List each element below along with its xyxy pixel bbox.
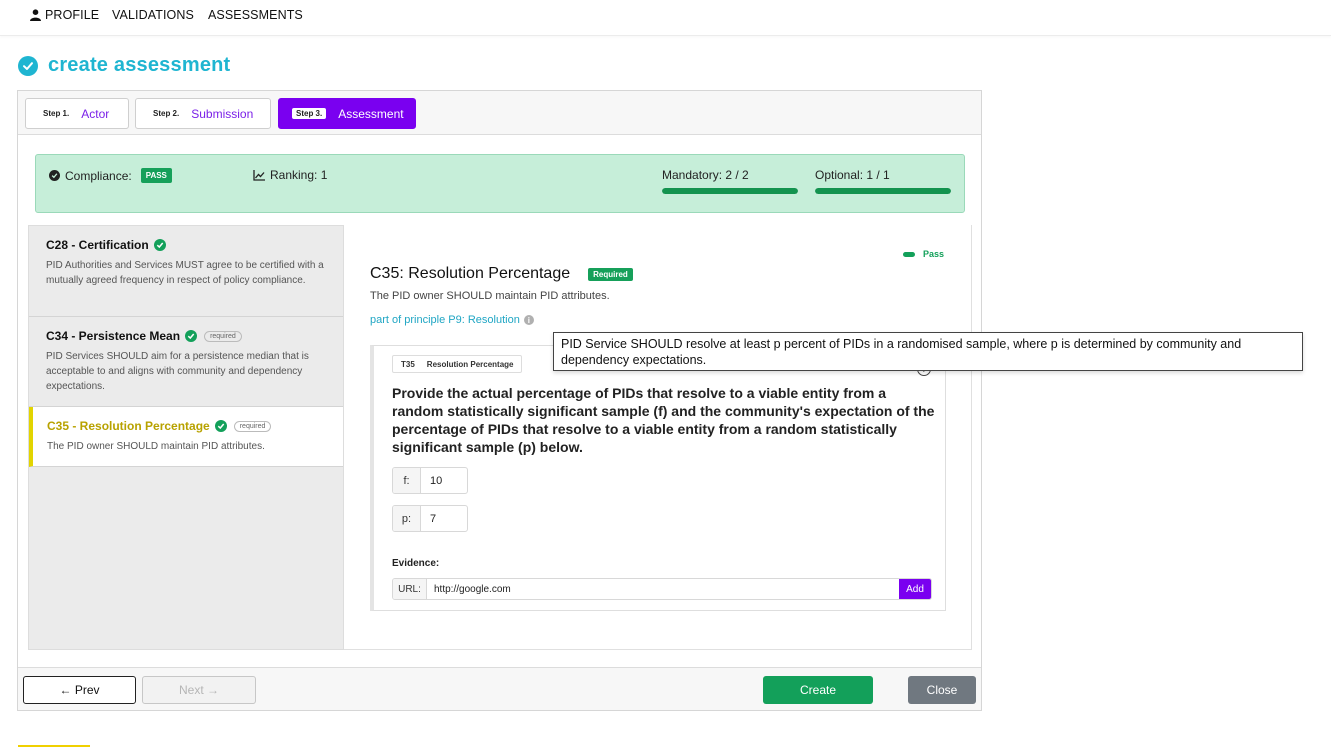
criteria-list: C28 - Certification PID Authorities and … bbox=[28, 225, 344, 650]
criteria-desc: PID Authorities and Services MUST agree … bbox=[46, 260, 324, 286]
criterion-heading: C35: Resolution Percentage Required bbox=[370, 265, 633, 283]
optional-label: Optional: 1 / 1 bbox=[815, 168, 890, 182]
nav-profile[interactable]: PROFILE bbox=[30, 8, 99, 22]
compliance-label: Compliance: bbox=[65, 168, 132, 183]
nav-assessments[interactable]: ASSESSMENTS bbox=[208, 8, 303, 22]
url-input[interactable]: http://google.com bbox=[427, 579, 899, 599]
next-button[interactable]: Next → bbox=[142, 676, 256, 704]
step-number: Step 1. bbox=[43, 109, 70, 118]
pass-label: Pass bbox=[922, 249, 944, 259]
criteria-item-c35[interactable]: C35 - Resolution Percentage required The… bbox=[29, 407, 343, 467]
compliance-status: Compliance: PASS bbox=[49, 168, 172, 183]
metric-box: T35 Resolution Percentage ? Provide the … bbox=[370, 345, 946, 611]
criterion-heading-text: C35: Resolution Percentage bbox=[370, 265, 571, 282]
criteria-title: C35 - Resolution Percentage required bbox=[47, 419, 333, 433]
ranking-label: Ranking: 1 bbox=[270, 168, 328, 182]
nav-validations-label: VALIDATIONS bbox=[112, 8, 194, 22]
assessment-card: Step 1. Actor Step 2. Submission Step 3.… bbox=[17, 90, 982, 711]
mandatory-progress-track bbox=[662, 188, 798, 194]
criteria-desc: PID Services SHOULD aim for a persistenc… bbox=[46, 351, 309, 392]
check-circle-icon bbox=[153, 239, 166, 251]
page-title-text: create assessment bbox=[48, 54, 231, 76]
info-icon[interactable]: i bbox=[523, 315, 534, 325]
principle-link[interactable]: part of principle P9: Resolution i bbox=[370, 314, 534, 326]
ranking: Ranking: 1 bbox=[253, 168, 327, 182]
criteria-title-text: C35 - Resolution Percentage bbox=[47, 419, 210, 433]
page-title: create assessment bbox=[18, 54, 230, 77]
param-label: f: bbox=[393, 468, 421, 493]
optional-progress-track bbox=[815, 188, 951, 194]
criteria-title-text: C34 - Persistence Mean bbox=[46, 329, 181, 343]
step-number: Step 2. bbox=[153, 109, 180, 118]
optional-meter: Optional: 1 / 1 bbox=[815, 168, 951, 194]
metric-tag: T35 Resolution Percentage bbox=[392, 355, 523, 373]
mandatory-progress-fill bbox=[662, 188, 798, 194]
user-icon bbox=[30, 9, 41, 21]
metric-name: Resolution Percentage bbox=[426, 359, 514, 369]
criteria-title: C28 - Certification bbox=[46, 238, 333, 252]
param-label: p: bbox=[393, 506, 421, 531]
step-number: Step 3. bbox=[292, 108, 327, 119]
criteria-item-c28[interactable]: C28 - Certification PID Authorities and … bbox=[29, 226, 343, 317]
nav-profile-label: PROFILE bbox=[45, 8, 100, 22]
url-label: URL: bbox=[393, 579, 427, 599]
step-assessment[interactable]: Step 3. Assessment bbox=[278, 98, 416, 129]
criterion-subtitle: The PID owner SHOULD maintain PID attrib… bbox=[370, 290, 610, 302]
metric-id: T35 bbox=[401, 359, 415, 369]
required-tag: required bbox=[204, 330, 242, 342]
nav-assessments-label: ASSESSMENTS bbox=[208, 8, 303, 22]
param-f-field[interactable]: f: 10 bbox=[392, 467, 468, 494]
card-footer: ← Prev Next → Create Close bbox=[18, 667, 981, 710]
criteria-title: C34 - Persistence Mean required bbox=[46, 329, 333, 343]
criteria-item-c34[interactable]: C34 - Persistence Mean required PID Serv… bbox=[29, 317, 343, 407]
pass-indicator: Pass bbox=[902, 249, 944, 259]
step-actor[interactable]: Step 1. Actor bbox=[25, 98, 129, 129]
criteria-desc: The PID owner SHOULD maintain PID attrib… bbox=[47, 441, 265, 452]
check-circle-icon bbox=[214, 420, 227, 432]
chart-line-icon bbox=[253, 169, 265, 181]
step-label: Assessment bbox=[338, 106, 404, 121]
step-label: Actor bbox=[81, 106, 110, 121]
nav-validations[interactable]: VALIDATIONS bbox=[112, 8, 194, 22]
mandatory-label: Mandatory: 2 / 2 bbox=[662, 168, 749, 182]
prev-button[interactable]: ← Prev bbox=[23, 676, 136, 704]
compliance-banner: Compliance: PASS Ranking: 1 Mandatory: 2… bbox=[35, 154, 965, 213]
evidence-url-field: URL: http://google.com Add bbox=[392, 578, 932, 600]
pass-dot-icon bbox=[902, 251, 915, 257]
principle-tooltip: PID Service SHOULD resolve at least p pe… bbox=[553, 332, 1303, 371]
evidence-label: Evidence: bbox=[392, 558, 440, 569]
check-circle-icon bbox=[49, 170, 60, 181]
top-nav: PROFILE VALIDATIONS ASSESSMENTS bbox=[0, 0, 1331, 36]
required-badge: Required bbox=[588, 267, 633, 281]
param-p-field[interactable]: p: 7 bbox=[392, 505, 468, 532]
principle-link-text: part of principle P9: Resolution bbox=[370, 314, 520, 326]
step-label: Submission bbox=[191, 106, 254, 121]
criterion-detail: Pass C35: Resolution Percentage Required… bbox=[344, 225, 972, 650]
create-button[interactable]: Create bbox=[763, 676, 873, 704]
required-tag: required bbox=[233, 420, 272, 432]
metric-question: Provide the actual percentage of PIDs th… bbox=[392, 385, 935, 455]
param-p-input[interactable]: 7 bbox=[421, 506, 467, 531]
steps-bar: Step 1. Actor Step 2. Submission Step 3.… bbox=[18, 91, 981, 135]
optional-progress-fill bbox=[815, 188, 951, 194]
check-circle-icon bbox=[185, 330, 198, 342]
close-button[interactable]: Close bbox=[908, 676, 976, 704]
criteria-title-text: C28 - Certification bbox=[46, 238, 149, 252]
check-circle-icon bbox=[18, 55, 38, 76]
compliance-badge: PASS bbox=[140, 168, 172, 183]
param-f-input[interactable]: 10 bbox=[421, 468, 467, 493]
mandatory-meter: Mandatory: 2 / 2 bbox=[662, 168, 798, 194]
step-submission[interactable]: Step 2. Submission bbox=[135, 98, 271, 129]
add-evidence-button[interactable]: Add bbox=[899, 579, 931, 599]
